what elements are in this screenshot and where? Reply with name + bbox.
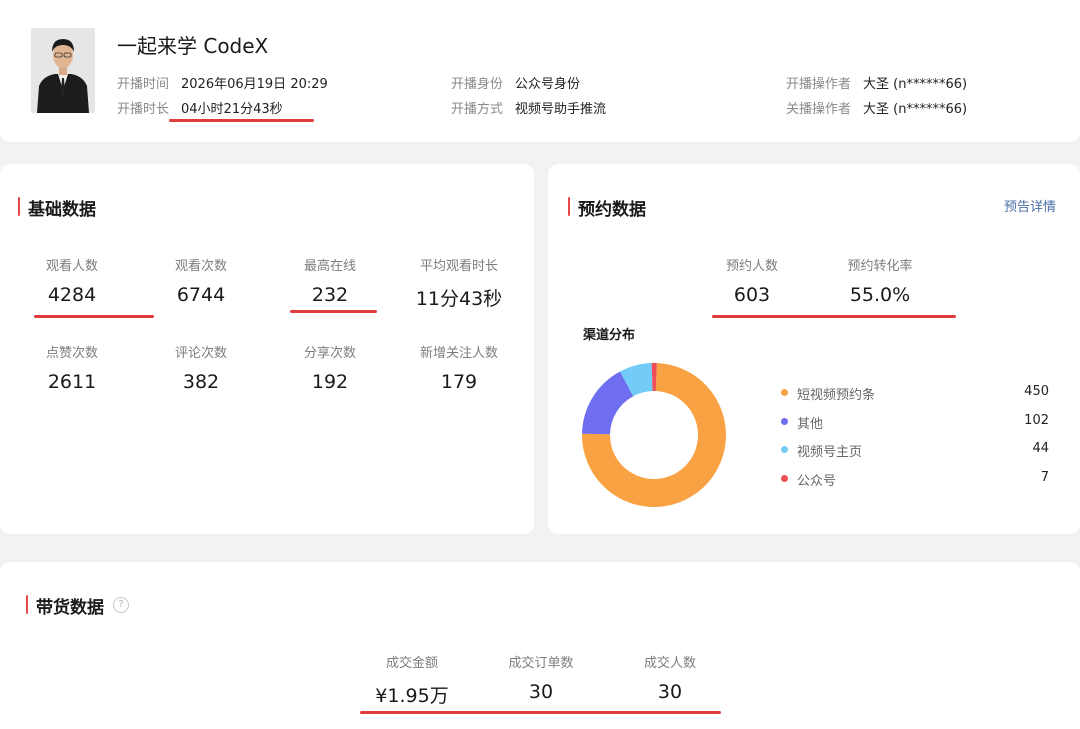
viewers-underline xyxy=(34,315,154,318)
stat-sales-amount: 成交金额 ¥1.95万 xyxy=(347,652,477,708)
stat-orders: 成交订单数 30 xyxy=(476,652,606,703)
stat-value: 6744 xyxy=(176,284,226,306)
stat-peak-online: 最高在线 232 xyxy=(265,255,395,306)
stat-label: 观看次数 xyxy=(174,259,227,274)
stat-value: 55.0% xyxy=(849,284,911,306)
start-time-value: 2026年06月19日 20:29 xyxy=(181,77,328,92)
legend-label: 公众号 xyxy=(797,474,837,489)
legend-label: 短视频预约条 xyxy=(797,388,876,403)
legend-value: 7 xyxy=(1040,470,1049,485)
stat-value: 4284 xyxy=(47,284,97,306)
stat-likes: 点赞次数 2611 xyxy=(7,342,137,393)
end-operator-label: 关播操作者 xyxy=(786,102,852,117)
start-time-label: 开播时间 xyxy=(117,77,170,92)
stat-value: 382 xyxy=(182,371,220,393)
stream-method-value: 视频号助手推流 xyxy=(515,102,607,117)
stat-label: 评论次数 xyxy=(174,346,227,361)
peak-online-underline xyxy=(290,310,377,313)
legend-value: 102 xyxy=(1024,413,1049,428)
stat-value: 11分43秒 xyxy=(415,288,503,310)
avatar xyxy=(31,28,95,113)
stat-value: 30 xyxy=(528,681,554,703)
stat-label: 观看人数 xyxy=(45,259,98,274)
stat-label: 成交订单数 xyxy=(508,656,574,671)
duration-value: 04小时21分43秒 xyxy=(181,102,283,117)
stat-viewers: 观看人数 4284 xyxy=(7,255,137,306)
sales-data-title: 带货数据 xyxy=(26,593,104,618)
legend-dot-icon xyxy=(781,475,788,482)
stream-method-field: 开播方式 视频号助手推流 xyxy=(451,98,606,117)
stat-label: 预约转化率 xyxy=(847,259,913,274)
channel-chart-title: 渠道分布 xyxy=(583,328,636,343)
stat-value: 192 xyxy=(311,371,349,393)
stat-value: 30 xyxy=(657,681,683,703)
stat-new-followers: 新增关注人数 179 xyxy=(394,342,524,393)
legend-item[interactable]: 短视频预约条 450 xyxy=(781,384,1051,403)
stat-label: 预约人数 xyxy=(725,259,778,274)
stat-label: 成交金额 xyxy=(385,656,438,671)
identity-field: 开播身份 公众号身份 xyxy=(451,73,580,92)
stat-label: 最高在线 xyxy=(303,259,356,274)
preview-details-link[interactable]: 预告详情 xyxy=(1004,196,1056,215)
stat-value: 603 xyxy=(733,284,771,306)
legend-value: 450 xyxy=(1024,384,1049,399)
live-info-card: 一起来学 CodeX 开播时间 2026年06月19日 20:29 开播时长 04小… xyxy=(0,0,1080,142)
stat-shares: 分享次数 192 xyxy=(265,342,395,393)
start-time-field: 开播时间 2026年06月19日 20:29 xyxy=(117,73,328,92)
stat-value: 232 xyxy=(311,284,349,306)
stream-method-label: 开播方式 xyxy=(451,102,504,117)
legend-item[interactable]: 视频号主页 44 xyxy=(781,441,1051,460)
legend-label: 其他 xyxy=(797,417,824,432)
stat-reservations: 预约人数 603 xyxy=(687,255,817,306)
duration-label: 开播时长 xyxy=(117,102,170,117)
identity-label: 开播身份 xyxy=(451,77,504,92)
end-operator-field: 关播操作者 大圣 (n******66) xyxy=(786,98,967,117)
legend-item[interactable]: 其他 102 xyxy=(781,413,1051,432)
legend-value: 44 xyxy=(1032,441,1049,456)
duration-field: 开播时长 04小时21分43秒 xyxy=(117,98,283,117)
stat-value: 2611 xyxy=(47,371,97,393)
help-icon[interactable]: ? xyxy=(113,597,129,613)
end-operator-value: 大圣 (n******66) xyxy=(863,102,968,117)
start-operator-field: 开播操作者 大圣 (n******66) xyxy=(786,73,967,92)
sales-data-card: 带货数据 ? 成交金额 ¥1.95万 成交订单数 30 成交人数 30 xyxy=(0,562,1080,729)
start-operator-label: 开播操作者 xyxy=(786,77,852,92)
basic-data-title: 基础数据 xyxy=(18,195,96,220)
stat-label: 分享次数 xyxy=(303,346,356,361)
stat-label: 平均观看时长 xyxy=(419,259,498,274)
stat-label: 成交人数 xyxy=(643,656,696,671)
start-operator-value: 大圣 (n******66) xyxy=(863,77,968,92)
legend-dot-icon xyxy=(781,418,788,425)
basic-data-card: 基础数据 观看人数 4284 观看次数 6744 最高在线 232 平均观看时长… xyxy=(0,164,534,534)
legend-dot-icon xyxy=(781,446,788,453)
stat-buyers: 成交人数 30 xyxy=(605,652,735,703)
legend-label: 视频号主页 xyxy=(797,445,863,460)
duration-underline xyxy=(169,119,314,122)
stat-views: 观看次数 6744 xyxy=(136,255,266,306)
stat-avg-watch-time: 平均观看时长 11分43秒 xyxy=(394,255,524,311)
stat-reservation-rate: 预约转化率 55.0% xyxy=(815,255,945,306)
channel-donut-chart xyxy=(582,363,726,507)
page-title: 一起来学 CodeX xyxy=(117,34,269,58)
stat-value: 179 xyxy=(440,371,478,393)
stat-comments: 评论次数 382 xyxy=(136,342,266,393)
sales-underline xyxy=(360,711,721,714)
reservation-data-card: 预约数据 预告详情 预约人数 603 预约转化率 55.0% 渠道分布 短视频预… xyxy=(548,164,1080,534)
identity-value: 公众号身份 xyxy=(515,77,581,92)
legend-item[interactable]: 公众号 7 xyxy=(781,470,1051,489)
stat-label: 新增关注人数 xyxy=(419,346,498,361)
reservation-underline xyxy=(712,315,956,318)
stat-value: ¥1.95万 xyxy=(375,685,449,707)
legend-dot-icon xyxy=(781,389,788,396)
stat-label: 点赞次数 xyxy=(45,346,98,361)
reservation-data-title: 预约数据 xyxy=(568,195,646,220)
